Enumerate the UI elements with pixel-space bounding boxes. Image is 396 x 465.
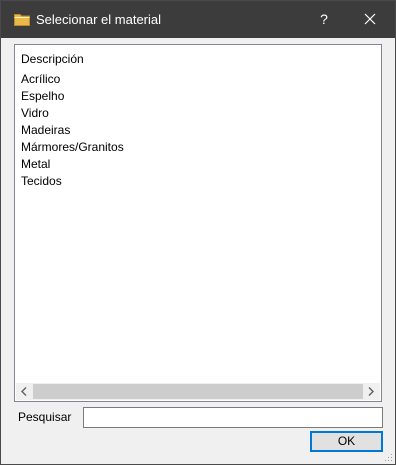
scroll-right-button[interactable] bbox=[363, 383, 380, 400]
close-icon bbox=[364, 13, 376, 25]
list-item[interactable]: Madeiras bbox=[21, 122, 124, 139]
close-button[interactable] bbox=[347, 1, 393, 38]
list-item[interactable]: Metal bbox=[21, 156, 124, 173]
chevron-left-icon bbox=[21, 387, 27, 396]
title-bar[interactable]: Selecionar el material ? bbox=[1, 1, 395, 38]
horizontal-scrollbar[interactable] bbox=[16, 383, 380, 400]
scroll-left-button[interactable] bbox=[16, 383, 33, 400]
chevron-right-icon bbox=[368, 387, 374, 396]
scroll-thumb[interactable] bbox=[33, 384, 363, 399]
search-label: Pesquisar bbox=[18, 410, 72, 424]
material-list[interactable]: Descripción Acrílico Espelho Vidro Madei… bbox=[14, 44, 382, 402]
list-item[interactable]: Vidro bbox=[21, 105, 124, 122]
dialog-window: Selecionar el material ? Descripción Acr… bbox=[0, 0, 396, 465]
column-header-descripcion[interactable]: Descripción bbox=[21, 52, 84, 66]
resize-grip-icon[interactable] bbox=[383, 452, 393, 462]
list-item[interactable]: Espelho bbox=[21, 88, 124, 105]
help-button[interactable]: ? bbox=[301, 1, 347, 38]
ok-button[interactable]: OK bbox=[310, 431, 383, 452]
search-input[interactable] bbox=[83, 407, 383, 428]
material-items: Acrílico Espelho Vidro Madeiras Mármores… bbox=[21, 71, 124, 190]
folder-icon bbox=[14, 14, 30, 26]
list-item[interactable]: Tecidos bbox=[21, 173, 124, 190]
list-item[interactable]: Mármores/Granitos bbox=[21, 139, 124, 156]
dialog-title: Selecionar el material bbox=[36, 12, 162, 27]
list-item[interactable]: Acrílico bbox=[21, 71, 124, 88]
